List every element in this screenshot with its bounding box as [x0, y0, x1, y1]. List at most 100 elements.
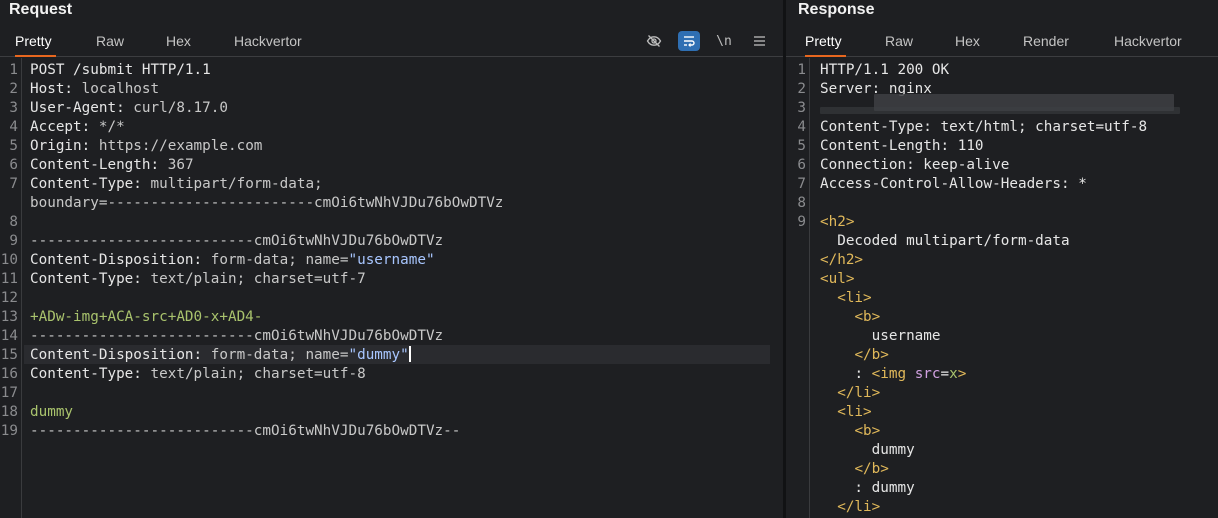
- line-number: 13: [0, 309, 18, 325]
- response-text: Decoded multipart/form-data: [820, 233, 1070, 249]
- header-value: */*: [90, 119, 125, 135]
- tab-hackvertor[interactable]: Hackvertor: [234, 28, 302, 57]
- header-name: User-Agent:: [30, 100, 125, 116]
- header-value: text/plain; charset=utf-8: [141, 366, 366, 382]
- redacted-region: [820, 107, 1180, 114]
- eye-off-icon[interactable]: [643, 31, 665, 51]
- header-value: multipart/form-data;: [141, 176, 323, 192]
- code-text: : dummy: [820, 479, 914, 498]
- tab-raw[interactable]: Raw: [885, 28, 913, 57]
- code-line: 6 Content-Length: 367: [0, 156, 783, 175]
- code-line: </li>: [786, 498, 1218, 517]
- code-line: 7 Access-Control-Allow-Headers: *: [786, 175, 1218, 194]
- code-line: 2 Host: localhost: [0, 80, 783, 99]
- code-line: 10 Content-Disposition: form-data; name="…: [0, 251, 783, 270]
- code-line: 13 +ADw-img+ACA-src+AD0-x+AD4-: [0, 308, 783, 327]
- html-tag: </li>: [837, 499, 881, 515]
- html-tag: <img: [871, 366, 907, 382]
- line-number: 16: [0, 366, 18, 382]
- html-tag: <li>: [837, 404, 872, 420]
- line-number: 17: [0, 385, 18, 401]
- html-tag: <b>: [854, 309, 881, 325]
- code-text: Accept: */*: [30, 118, 125, 137]
- code-line: 19 --------------------------cmOi6twNhVJD…: [0, 422, 783, 441]
- header-value: https://example.com: [90, 138, 263, 154]
- tab-render[interactable]: Render: [1023, 28, 1069, 57]
- html-equals: =: [940, 366, 950, 382]
- line-number: 6: [797, 157, 806, 173]
- request-title: Request: [9, 1, 73, 18]
- tab-hex[interactable]: Hex: [955, 28, 980, 57]
- line-number: 9: [9, 233, 18, 249]
- code-line: 1 HTTP/1.1 200 OK: [786, 61, 1218, 80]
- line-number: 10: [0, 252, 18, 268]
- header-value: localhost: [73, 81, 160, 97]
- header-value: form-data; name=: [202, 252, 349, 268]
- header-name: Origin:: [30, 138, 91, 154]
- string-literal: "dummy": [348, 347, 409, 363]
- line-number: 12: [0, 290, 18, 306]
- html-tag: <b>: [854, 423, 881, 439]
- tab-pretty[interactable]: Pretty: [805, 28, 846, 57]
- header-name: Content-Type:: [30, 176, 142, 192]
- tab-raw[interactable]: Raw: [96, 28, 124, 57]
- request-tabbar: Pretty Raw Hex Hackvertor \n: [0, 28, 783, 57]
- code-text: User-Agent: curl/8.17.0: [30, 99, 228, 118]
- line-number: 6: [9, 157, 18, 173]
- response-editor[interactable]: 1 HTTP/1.1 200 OK 2 Server: nginx 3 4 Content-…: [786, 58, 1218, 518]
- code-text: dummy: [30, 403, 73, 422]
- code-text: boundary=------------------------cmOi6tw…: [30, 194, 503, 213]
- response-text: Connection: keep-alive: [820, 157, 1010, 173]
- html-attr-value: x: [949, 366, 958, 382]
- code-line: 9 <h2>: [786, 213, 1218, 232]
- line-number: 4: [9, 119, 18, 135]
- line-number: 2: [797, 81, 806, 97]
- code-line: 3 User-Agent: curl/8.17.0: [0, 99, 783, 118]
- code-text: </li>: [820, 498, 880, 517]
- line-number: 9: [797, 214, 806, 230]
- request-editor[interactable]: 1 POST /submit HTTP/1.1 2 Host: localhost 3 U…: [0, 58, 783, 518]
- code-line: 16 Content-Type: text/plain; charset=utf-…: [0, 365, 783, 384]
- header-name: Content-Type:: [30, 366, 142, 382]
- header-name: Content-Disposition:: [30, 252, 203, 268]
- newline-toggle[interactable]: \n: [713, 31, 735, 51]
- code-line: <b>: [786, 308, 1218, 327]
- tab-hex[interactable]: Hex: [166, 28, 191, 57]
- response-pane: Response Pretty Raw Hex Render Hackverto…: [786, 0, 1218, 518]
- code-text: : <img src=x>: [820, 365, 966, 384]
- header-name: POST /submit HTTP/1.1: [30, 62, 211, 78]
- line-number: 5: [797, 138, 806, 154]
- code-text: <ul>: [820, 270, 854, 289]
- tab-pretty[interactable]: Pretty: [15, 28, 56, 57]
- code-line: 4 Accept: */*: [0, 118, 783, 137]
- response-tabbar: Pretty Raw Hex Render Hackvertor: [786, 28, 1218, 57]
- response-text: :: [854, 366, 872, 382]
- header-value: form-data; name=: [202, 347, 349, 363]
- tab-hackvertor[interactable]: Hackvertor: [1114, 28, 1182, 57]
- code-line: </b>: [786, 460, 1218, 479]
- html-tag: <li>: [837, 290, 872, 306]
- header-value: --------------------------cmOi6twNhVJDu7…: [30, 233, 444, 249]
- code-line: 7 Content-Type: multipart/form-data;: [0, 175, 783, 194]
- code-line: <b>: [786, 422, 1218, 441]
- code-text: --------------------------cmOi6twNhVJDu7…: [30, 327, 443, 346]
- code-text: Content-Type: multipart/form-data;: [30, 175, 323, 194]
- line-number: 7: [797, 176, 806, 192]
- code-line: 14 --------------------------cmOi6twNhVJD…: [0, 327, 783, 346]
- header-value: 367: [159, 157, 194, 173]
- code-text: Connection: keep-alive: [820, 156, 1009, 175]
- code-line: 9 --------------------------cmOi6twNhVJDu…: [0, 232, 783, 251]
- code-line: 6 Connection: keep-alive: [786, 156, 1218, 175]
- code-line: 5 Origin: https://example.com: [0, 137, 783, 156]
- response-title: Response: [798, 1, 875, 18]
- request-pane: Request Pretty Raw Hex Hackvertor \n 1 PO…: [0, 0, 783, 518]
- code-text: </h2>: [820, 251, 863, 270]
- line-number: 1: [797, 62, 806, 78]
- menu-icon[interactable]: [748, 31, 770, 51]
- code-line: 5 Content-Length: 110: [786, 137, 1218, 156]
- response-text: dummy: [820, 442, 915, 458]
- wrap-icon[interactable]: [678, 31, 700, 51]
